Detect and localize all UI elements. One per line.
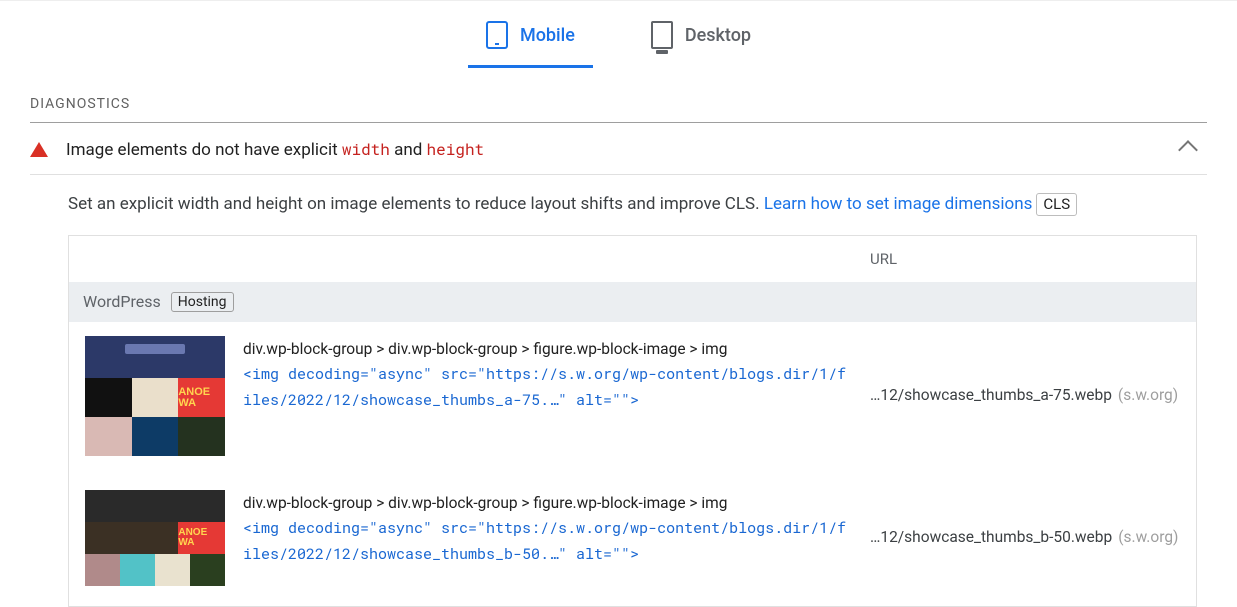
html-snippet: <img decoding="async" src="https://s.w.o… (243, 516, 852, 567)
url-domain: (s.w.org) (1118, 528, 1178, 546)
desc-text: Set an explicit width and height on imag… (68, 194, 764, 214)
tab-mobile-label: Mobile (520, 25, 575, 46)
header-url: URL (870, 250, 1180, 268)
hosting-badge: Hosting (171, 292, 234, 312)
diagnostic-table: URL WordPress Hosting ANOE WA div.wp-blo… (68, 235, 1197, 607)
url-cell: …12/showcase_thumbs_a-75.webp (s.w.org) (870, 336, 1180, 456)
tab-desktop-label: Desktop (685, 25, 751, 46)
url-short: …12/showcase_thumbs_a-75.webp (870, 386, 1112, 404)
url-short: …12/showcase_thumbs_b-50.webp (870, 528, 1112, 546)
learn-more-link[interactable]: Learn how to set image dimensions (764, 194, 1033, 214)
cls-badge: CLS (1036, 193, 1077, 216)
tab-desktop[interactable]: Desktop (633, 13, 769, 68)
issue-prefix: Image elements do not have explicit (66, 140, 342, 160)
group-label: WordPress (83, 292, 161, 311)
css-selector: div.wp-block-group > div.wp-block-group … (243, 336, 852, 362)
css-selector: div.wp-block-group > div.wp-block-group … (243, 490, 852, 516)
table-header: URL (69, 236, 1196, 282)
device-tabs: Mobile Desktop (0, 0, 1237, 68)
mobile-icon (486, 21, 508, 49)
url-domain: (s.w.org) (1118, 386, 1178, 404)
table-row: ANOE WA div.wp-block-group > div.wp-bloc… (69, 476, 1196, 606)
element-detail: div.wp-block-group > div.wp-block-group … (225, 336, 870, 456)
thumbnail: ANOE WA (85, 336, 225, 456)
issue-code-width: width (342, 139, 390, 160)
url-cell: …12/showcase_thumbs_b-50.webp (s.w.org) (870, 490, 1180, 586)
chevron-up-icon[interactable] (1178, 140, 1198, 160)
table-row: ANOE WA div.wp-block-group > div.wp-bloc… (69, 322, 1196, 476)
element-detail: div.wp-block-group > div.wp-block-group … (225, 490, 870, 586)
issue-header[interactable]: Image elements do not have explicit widt… (0, 123, 1237, 174)
tab-mobile[interactable]: Mobile (468, 13, 593, 68)
html-snippet: <img decoding="async" src="https://s.w.o… (243, 362, 852, 413)
warning-triangle-icon (30, 142, 48, 157)
group-row-wordpress: WordPress Hosting (69, 282, 1196, 322)
thumbnail: ANOE WA (85, 490, 225, 586)
issue-and: and (390, 140, 427, 160)
section-title: DIAGNOSTICS (0, 68, 1237, 122)
issue-code-height: height (427, 139, 485, 160)
issue-title: Image elements do not have explicit widt… (66, 139, 484, 160)
desktop-icon (651, 21, 673, 49)
issue-description: Set an explicit width and height on imag… (0, 175, 1237, 235)
